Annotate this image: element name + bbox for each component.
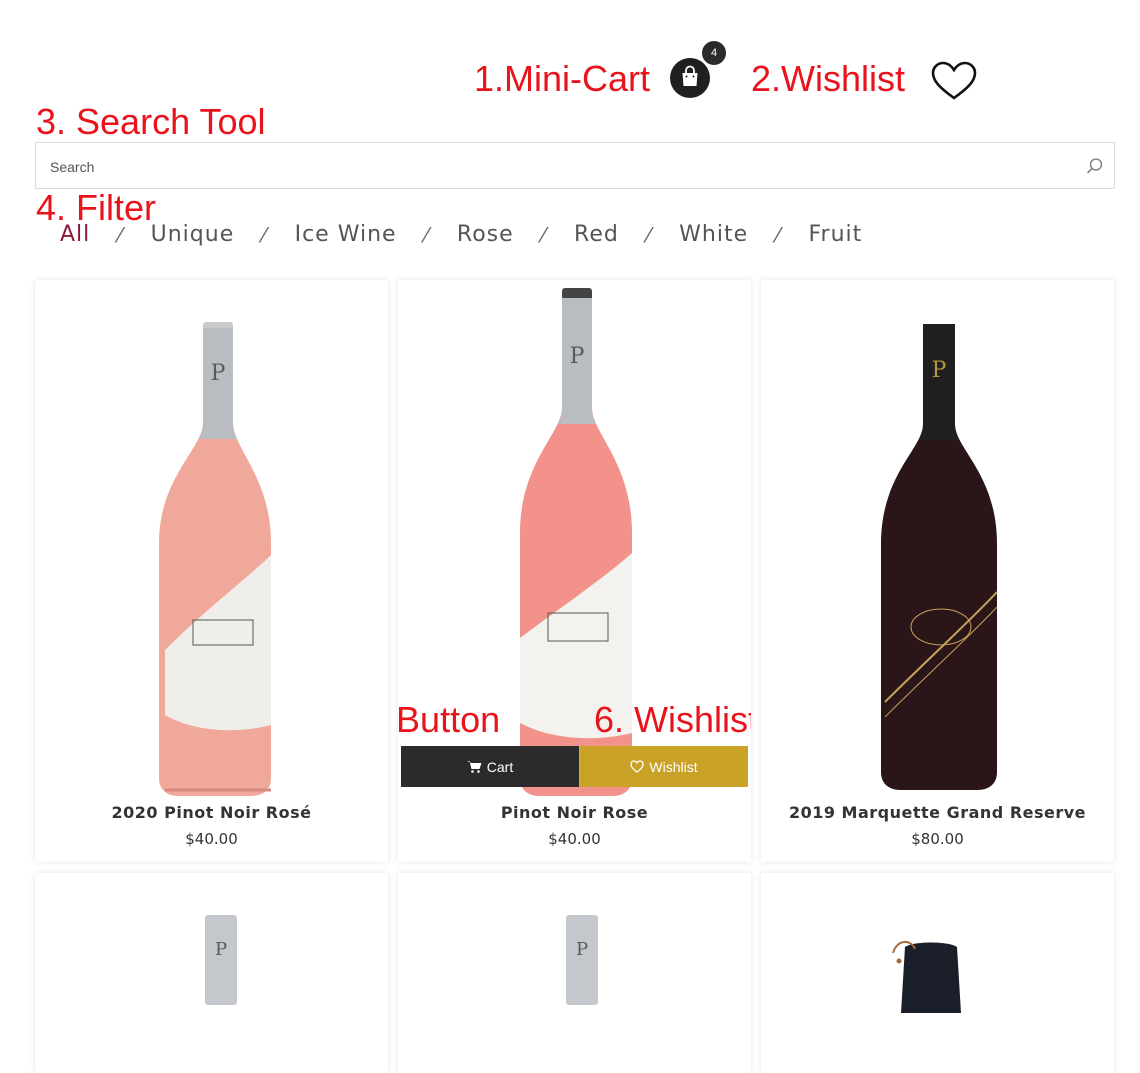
filter-ice-wine[interactable]: Ice Wine xyxy=(295,222,397,247)
search-icon[interactable] xyxy=(1086,157,1104,179)
cart-count-badge: 4 xyxy=(701,40,727,66)
mini-cart-button[interactable] xyxy=(669,57,711,103)
svg-text:P: P xyxy=(570,344,585,369)
filter-separator: ⁄ xyxy=(424,222,429,247)
svg-text:P: P xyxy=(932,358,947,383)
product-card[interactable]: P 5. Cart Button 6. Wishlist Button Cart… xyxy=(398,280,751,862)
search-input[interactable] xyxy=(48,143,1052,190)
product-price: $40.00 xyxy=(185,830,238,848)
product-price: $80.00 xyxy=(911,830,964,848)
filter-separator: ⁄ xyxy=(118,222,123,247)
filter-white[interactable]: White xyxy=(679,222,748,247)
filter-separator: ⁄ xyxy=(646,222,652,247)
heart-icon xyxy=(931,61,977,100)
filter-unique[interactable]: Unique xyxy=(151,222,235,247)
filter-separator: ⁄ xyxy=(262,222,267,247)
annotation-wishlist: 2.Wishlist xyxy=(751,58,906,99)
annotation-search-tool: 3. Search Tool xyxy=(36,101,266,142)
add-to-cart-button[interactable]: Cart xyxy=(401,746,579,787)
filter-rose[interactable]: Rose xyxy=(457,222,514,247)
svg-text:P: P xyxy=(576,939,588,960)
wine-bottle-image: P xyxy=(566,915,598,1005)
search-bar xyxy=(35,142,1115,190)
svg-text:P: P xyxy=(211,361,226,386)
cart-button-label: Cart xyxy=(486,758,514,775)
filter-bar: All ⁄ Unique ⁄ Ice Wine ⁄ Rose ⁄ Red ⁄ W… xyxy=(60,222,862,247)
shopping-bag-icon xyxy=(670,58,710,98)
filter-all[interactable]: All xyxy=(60,222,90,247)
cart-icon xyxy=(466,760,482,773)
product-image xyxy=(892,941,961,1013)
product-price: $40.00 xyxy=(548,830,601,848)
heart-icon xyxy=(630,760,645,773)
product-name[interactable]: 2019 Marquette Grand Reserve xyxy=(761,803,1114,822)
annotation-wishlist-button: 6. Wishlist Button xyxy=(594,699,751,740)
product-card[interactable]: P xyxy=(398,873,751,1073)
add-to-wishlist-button[interactable]: Wishlist xyxy=(580,746,748,787)
filter-separator: ⁄ xyxy=(776,222,781,247)
annotation-filter: 4. Filter xyxy=(36,187,157,228)
filter-separator: ⁄ xyxy=(541,222,547,247)
product-name[interactable]: 2020 Pinot Noir Rosé xyxy=(35,803,388,822)
wishlist-header-button[interactable] xyxy=(930,60,978,106)
filter-fruit[interactable]: Fruit xyxy=(809,222,863,247)
product-card[interactable]: P 2020 Pinot Noir Rosé $40.00 xyxy=(35,280,388,862)
wine-bottle-image: P xyxy=(881,324,998,790)
product-card[interactable]: P 2019 Marquette Grand Reserve $80.00 xyxy=(761,280,1114,862)
annotation-cart-button: 5. Cart Button xyxy=(398,699,501,740)
product-card[interactable] xyxy=(761,873,1114,1073)
wine-bottle-image: P xyxy=(205,915,237,1005)
filter-red[interactable]: Red xyxy=(574,222,619,247)
svg-text:P: P xyxy=(215,939,227,960)
product-card[interactable]: P xyxy=(35,873,388,1073)
annotation-mini-cart: 1.Mini-Cart xyxy=(474,58,651,99)
wine-bottle-image: P xyxy=(159,322,271,796)
wishlist-button-label: Wishlist xyxy=(649,758,698,775)
product-name[interactable]: Pinot Noir Rose xyxy=(398,803,751,822)
